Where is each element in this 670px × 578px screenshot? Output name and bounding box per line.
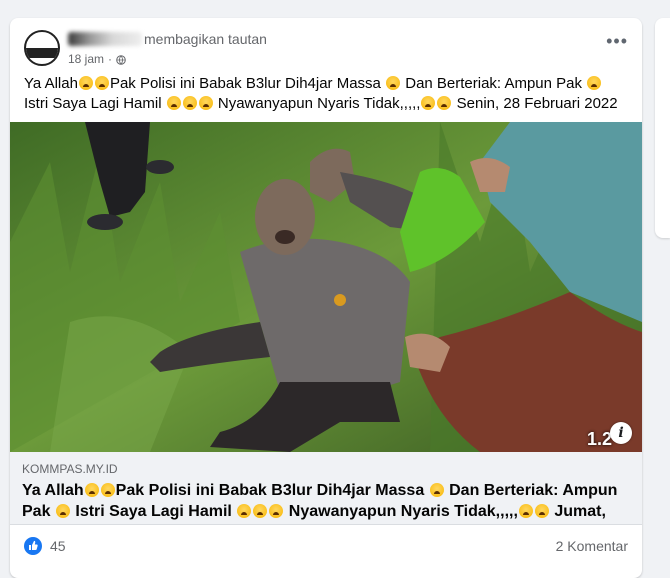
post-card: membagikan tautan 18 jam · ••• Ya Allah P… bbox=[10, 18, 642, 578]
caption-part: Senin, 28 Februari 2022 bbox=[452, 95, 618, 112]
link-title[interactable]: Ya Allah Pak Polisi ini Babak B3lur Dih4j… bbox=[22, 480, 628, 522]
crying-emoji-icon bbox=[166, 96, 181, 110]
crying-emoji-icon bbox=[94, 76, 109, 90]
link-title-part: Pak Polisi ini Babak B3lur Dih4jar Massa bbox=[115, 482, 429, 499]
more-options-icon[interactable]: ••• bbox=[606, 32, 628, 50]
crying-emoji-icon bbox=[182, 96, 197, 110]
photo-watermark: 1.2 bbox=[586, 429, 612, 449]
comment-count[interactable]: 2 Komentar bbox=[556, 538, 628, 554]
crying-emoji-icon bbox=[421, 96, 436, 110]
crying-emoji-icon bbox=[429, 483, 444, 497]
crying-emoji-icon bbox=[534, 504, 549, 518]
crying-emoji-icon bbox=[55, 504, 70, 518]
avatar[interactable] bbox=[24, 30, 60, 66]
caption-part: Dan Berteriak: Ampun Pak bbox=[401, 75, 587, 92]
post-caption: Ya Allah Pak Polisi ini Babak B3lur Dih4j… bbox=[24, 74, 630, 114]
crying-emoji-icon bbox=[84, 483, 99, 497]
globe-icon bbox=[116, 54, 126, 65]
link-title-part: Ya Allah bbox=[22, 482, 84, 499]
crying-emoji-icon bbox=[269, 504, 284, 518]
link-title-part: Istri Saya Lagi Hamil bbox=[70, 503, 237, 520]
right-panel-edge bbox=[655, 18, 670, 238]
crying-emoji-icon bbox=[253, 504, 268, 518]
link-title-part: Nyawanyapun Nyaris Tidak,,,,, bbox=[284, 503, 518, 520]
caption-part: Ya Allah bbox=[24, 75, 78, 92]
crying-emoji-icon bbox=[437, 96, 452, 110]
like-count[interactable]: 45 bbox=[50, 538, 66, 554]
crying-emoji-icon bbox=[237, 504, 252, 518]
post-meta: 18 jam · bbox=[68, 52, 126, 66]
caption-part: Pak Polisi ini Babak B3lur Dih4jar Massa bbox=[109, 75, 386, 92]
crying-emoji-icon bbox=[100, 483, 115, 497]
meta-separator: · bbox=[108, 52, 113, 66]
like-icon[interactable] bbox=[24, 537, 42, 555]
caption-part: Istri Saya Lagi Hamil bbox=[24, 95, 166, 112]
post-time[interactable]: 18 jam bbox=[68, 52, 104, 66]
crying-emoji-icon bbox=[198, 96, 213, 110]
caption-part: Nyawanyapun Nyaris Tidak,,,,, bbox=[213, 95, 421, 112]
info-icon[interactable]: i bbox=[610, 422, 632, 444]
link-domain: KOMMPAS.MY.ID bbox=[22, 462, 118, 476]
link-preview-image[interactable]: 1.2 i bbox=[10, 122, 642, 452]
crying-emoji-icon bbox=[78, 76, 93, 90]
shared-link-text: membagikan tautan bbox=[144, 31, 267, 47]
crying-emoji-icon bbox=[386, 76, 401, 90]
crying-emoji-icon bbox=[587, 76, 602, 90]
photo-scene bbox=[10, 122, 642, 452]
blurred-author-name bbox=[68, 32, 142, 46]
post-footer: 45 2 Komentar bbox=[10, 533, 642, 563]
crying-emoji-icon bbox=[518, 504, 533, 518]
link-preview-box[interactable]: KOMMPAS.MY.ID Ya Allah Pak Polisi ini Bab… bbox=[10, 452, 642, 525]
